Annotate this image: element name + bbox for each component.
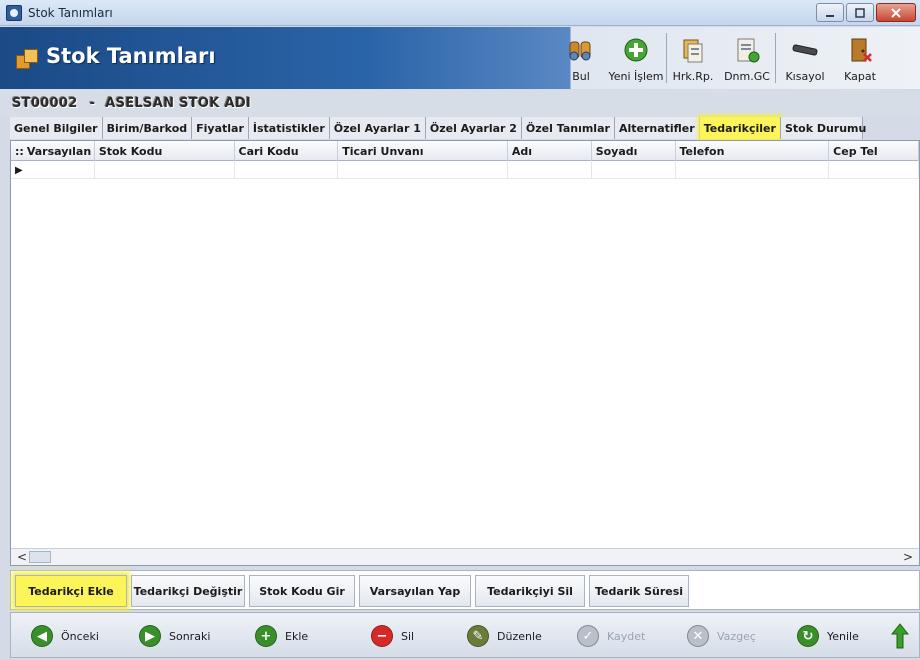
previous-button[interactable]: ◀ Önceki bbox=[31, 613, 99, 659]
add-supplier-button[interactable]: Tedarikçi Ekle bbox=[15, 575, 127, 607]
column-header-ticari-unvani[interactable]: Ticari Unvanı bbox=[338, 141, 508, 161]
go-up-button[interactable] bbox=[891, 613, 909, 659]
close-button[interactable] bbox=[876, 3, 916, 22]
stock-info: ST00002 - ASELSAN STOK ADI bbox=[0, 90, 920, 116]
toolbar-find-button[interactable]: Bul bbox=[556, 27, 606, 89]
toolbar-dnm-button[interactable]: Dnm.GC bbox=[719, 27, 775, 89]
minus-icon: − bbox=[371, 625, 393, 647]
scroll-right-button[interactable]: > bbox=[903, 550, 913, 564]
column-header-telefon[interactable]: Telefon bbox=[676, 141, 830, 161]
column-header-cari-kodu[interactable]: Cari Kodu bbox=[235, 141, 339, 161]
stock-code: ST00002 bbox=[12, 95, 78, 111]
set-default-button[interactable]: Varsayılan Yap bbox=[359, 575, 471, 607]
delete-button[interactable]: − Sil bbox=[371, 613, 414, 659]
edit-icon: ✎ bbox=[467, 625, 489, 647]
tab-stok-durumu[interactable]: Stok Durumu bbox=[780, 117, 866, 139]
grid-header: :: Varsayılan Stok Kodu Cari Kodu Ticari… bbox=[11, 141, 919, 161]
scrollbar-thumb[interactable] bbox=[29, 551, 51, 563]
app-icon bbox=[6, 4, 22, 21]
cell-adi[interactable] bbox=[508, 161, 592, 179]
edit-button[interactable]: ✎ Düzenle bbox=[467, 613, 542, 659]
table-row[interactable]: ▶ bbox=[11, 161, 919, 179]
header-banner: Stok Tanımları Bul Yeni İşlem Hrk.Rp. Dn… bbox=[0, 27, 920, 89]
column-header-cep-tel[interactable]: Cep Tel bbox=[829, 141, 919, 161]
minimize-icon bbox=[826, 14, 834, 17]
cell-cep-tel[interactable] bbox=[829, 161, 919, 179]
column-header-soyadi[interactable]: Soyadı bbox=[592, 141, 676, 161]
arrow-left-icon: ◀ bbox=[31, 625, 53, 647]
save-button[interactable]: ✓ Kaydet bbox=[577, 613, 645, 659]
toolbar-shortcut-button[interactable]: Kısayol bbox=[776, 27, 834, 89]
window-title: Stok Tanımları bbox=[28, 5, 113, 20]
refresh-button[interactable]: ↻ Yenile bbox=[797, 613, 859, 659]
refresh-icon: ↻ bbox=[797, 625, 819, 647]
arrow-right-icon: ▶ bbox=[139, 625, 161, 647]
tab-fiyatlar[interactable]: Fiyatlar bbox=[192, 117, 249, 139]
report-icon bbox=[683, 39, 703, 63]
minimize-button[interactable] bbox=[816, 3, 844, 22]
delete-supplier-button[interactable]: Tedarikçiyi Sil bbox=[475, 575, 585, 607]
toolbar-new-button[interactable]: Yeni İşlem bbox=[606, 27, 666, 89]
toolbar-close-button[interactable]: Kapat bbox=[834, 27, 886, 89]
clipboard-icon bbox=[737, 38, 760, 63]
scroll-left-button[interactable]: < bbox=[17, 550, 27, 564]
column-header-adi[interactable]: Adı bbox=[508, 141, 592, 161]
stock-boxes-icon bbox=[16, 47, 38, 69]
arrow-up-icon bbox=[891, 623, 909, 649]
maximize-icon bbox=[855, 7, 865, 18]
cell-ticari-unvani[interactable] bbox=[338, 161, 508, 179]
enter-stock-code-button[interactable]: Stok Kodu Gir bbox=[249, 575, 355, 607]
cell-soyadi[interactable] bbox=[592, 161, 676, 179]
stock-name: ASELSAN STOK ADI bbox=[105, 95, 252, 111]
supply-duration-button[interactable]: Tedarik Süresi bbox=[589, 575, 689, 607]
plus-circle-icon bbox=[624, 38, 648, 62]
cancel-icon: ✕ bbox=[687, 625, 709, 647]
supplier-actions: Tedarikçi Ekle Tedarikçi Değiştir Stok K… bbox=[10, 570, 920, 610]
close-icon bbox=[891, 7, 901, 18]
window-titlebar: Stok Tanımları bbox=[0, 0, 920, 26]
tab-ozel-ayarlar-1[interactable]: Özel Ayarlar 1 bbox=[329, 117, 426, 139]
column-header-stok-kodu[interactable]: Stok Kodu bbox=[95, 141, 235, 161]
check-icon: ✓ bbox=[577, 625, 599, 647]
banner-title: Stok Tanımları bbox=[46, 44, 216, 68]
binoculars-icon bbox=[569, 41, 591, 61]
tab-bar: Genel Bilgiler Birim/Barkod Fiyatlar İst… bbox=[10, 117, 866, 139]
tab-birim-barkod[interactable]: Birim/Barkod bbox=[102, 117, 193, 139]
tab-istatistikler[interactable]: İstatistikler bbox=[248, 117, 330, 139]
stock-separator: - bbox=[89, 95, 96, 111]
toolbar: Bul Yeni İşlem Hrk.Rp. Dnm.GC Kısayol Ka… bbox=[556, 27, 886, 89]
horizontal-scrollbar[interactable]: < > bbox=[11, 548, 919, 565]
cell-stok-kodu[interactable] bbox=[95, 161, 235, 179]
cell-cari-kodu[interactable] bbox=[235, 161, 339, 179]
exit-door-icon bbox=[851, 38, 872, 62]
change-supplier-button[interactable]: Tedarikçi Değiştir bbox=[131, 575, 245, 607]
shortcut-icon bbox=[792, 44, 818, 56]
cell-telefon[interactable] bbox=[676, 161, 830, 179]
next-button[interactable]: ▶ Sonraki bbox=[139, 613, 210, 659]
tab-alternatifler[interactable]: Alternatifler bbox=[614, 117, 700, 139]
row-indicator: ▶ bbox=[11, 161, 95, 179]
suppliers-grid[interactable]: :: Varsayılan Stok Kodu Cari Kodu Ticari… bbox=[10, 140, 920, 566]
tab-genel-bilgiler[interactable]: Genel Bilgiler bbox=[10, 117, 103, 139]
tab-ozel-tanimlar[interactable]: Özel Tanımlar bbox=[521, 117, 615, 139]
maximize-button[interactable] bbox=[846, 3, 874, 22]
add-button[interactable]: + Ekle bbox=[255, 613, 308, 659]
tab-tedarikciler[interactable]: Tedarikçiler bbox=[699, 117, 781, 139]
record-navigation: ◀ Önceki ▶ Sonraki + Ekle − Sil ✎ Düzenl… bbox=[10, 612, 920, 658]
toolbar-report-button[interactable]: Hrk.Rp. bbox=[667, 27, 719, 89]
tab-ozel-ayarlar-2[interactable]: Özel Ayarlar 2 bbox=[425, 117, 522, 139]
cancel-button[interactable]: ✕ Vazgeç bbox=[687, 613, 756, 659]
plus-icon: + bbox=[255, 625, 277, 647]
column-header-varsayilan[interactable]: :: Varsayılan bbox=[11, 141, 95, 161]
